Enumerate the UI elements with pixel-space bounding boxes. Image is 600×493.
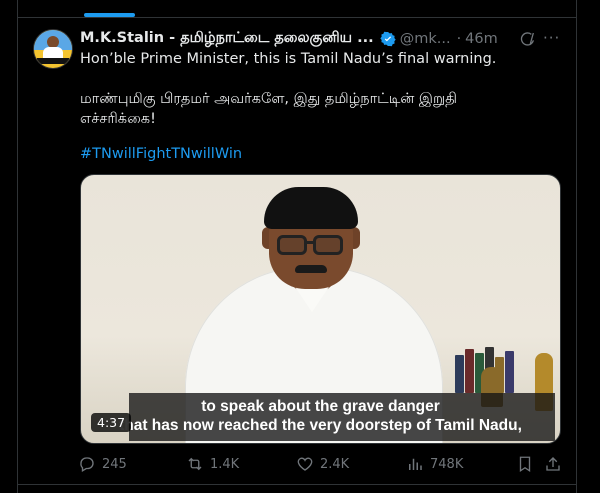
avatar[interactable] xyxy=(33,29,73,69)
top-divider xyxy=(17,17,577,18)
like-button[interactable]: 2.4K xyxy=(296,455,349,473)
glasses-bridge xyxy=(306,241,314,244)
share-button[interactable] xyxy=(544,455,568,473)
bookmark-button[interactable] xyxy=(516,455,540,473)
subtitle-line2: that has now reached the very doorstep o… xyxy=(119,417,522,434)
tweet-header: M.K.Stalin - தமிழ்நாட்டை தலைகுனிய ... @m… xyxy=(80,29,570,49)
views-icon xyxy=(409,458,422,470)
tweet-text-line1: Hon’ble Prime Minister, this is Tamil Na… xyxy=(80,51,497,67)
tweet-time[interactable]: 46m xyxy=(465,31,498,47)
repost-count: 1.4K xyxy=(210,456,240,472)
repost-icon xyxy=(188,457,202,471)
share-icon xyxy=(546,457,560,471)
separator-dot: · xyxy=(456,31,462,47)
grok-icon[interactable] xyxy=(520,31,536,47)
video-duration: 4:37 xyxy=(91,413,132,432)
like-icon xyxy=(297,457,313,471)
video-player[interactable]: to speak about the grave danger that has… xyxy=(80,174,561,444)
tweet-text-line3: எச்சரிக்கை! xyxy=(80,111,156,127)
more-icon[interactable]: ··· xyxy=(543,29,560,47)
bookmark-icon xyxy=(519,456,531,473)
reply-button[interactable]: 245 xyxy=(78,455,127,473)
tweet-text-line2: மாண்புமிகு பிரதமர் அவர்களே, இது தமிழ்நாட… xyxy=(80,91,458,107)
speaker-glasses xyxy=(313,235,343,255)
hashtag-link[interactable]: #TNwillFightTNwillWin xyxy=(80,144,242,164)
bottom-divider xyxy=(17,484,577,485)
speaker-hair xyxy=(264,187,358,229)
author-name[interactable]: M.K.Stalin - தமிழ்நாட்டை தலைகுனிய ... xyxy=(80,30,374,48)
subtitle-line1: to speak about the grave danger xyxy=(201,398,440,415)
repost-button[interactable]: 1.4K xyxy=(186,455,239,473)
verified-badge-icon xyxy=(380,31,396,47)
views-button[interactable]: 748K xyxy=(406,455,463,473)
speaker-mustache xyxy=(295,265,327,273)
reply-icon xyxy=(80,457,94,472)
views-count: 748K xyxy=(430,456,464,472)
like-count: 2.4K xyxy=(320,456,350,472)
author-handle[interactable]: @mk... xyxy=(400,31,451,47)
reply-count: 245 xyxy=(102,456,127,472)
speaker-glasses xyxy=(277,235,307,255)
